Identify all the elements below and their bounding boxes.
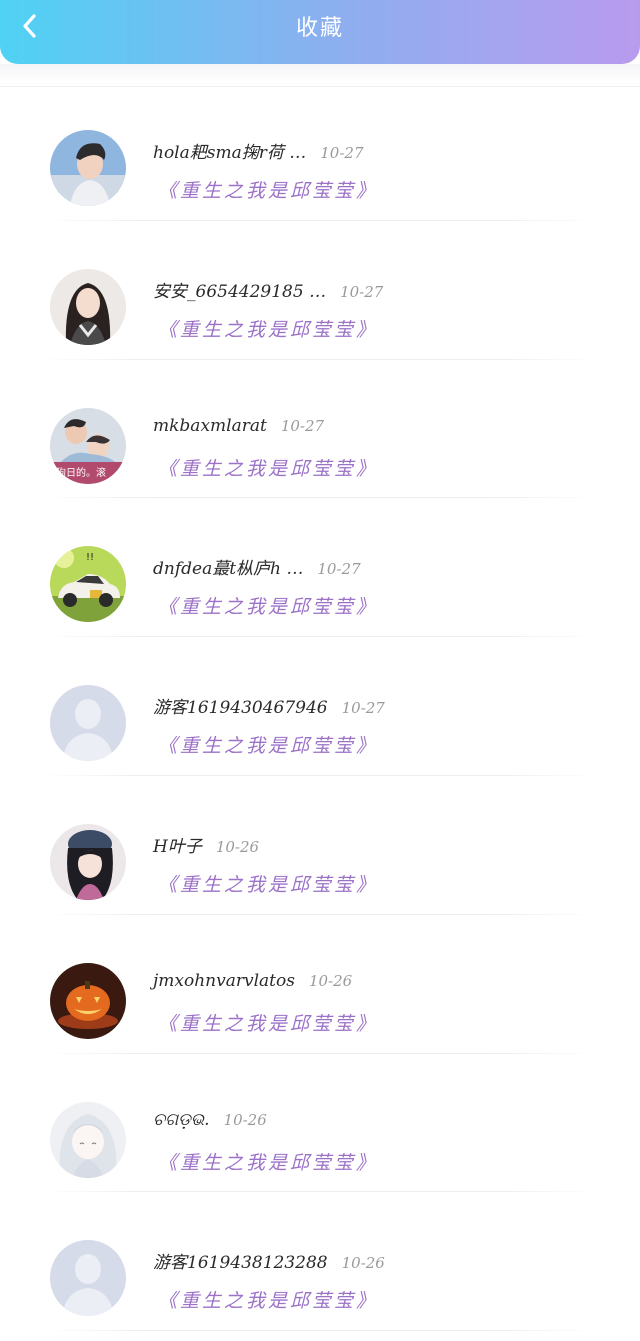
timestamp: 10-26	[223, 1110, 267, 1129]
avatar[interactable]	[50, 130, 126, 206]
list-item[interactable]: jmxohnvarvlatos 10-26 《重生之我是邱莹莹》	[0, 915, 640, 1054]
username: 游客1619430467946	[153, 698, 328, 719]
list-item[interactable]: hola耙sma掬r荷 … 10-27 《重生之我是邱莹莹》	[0, 82, 640, 221]
list-item[interactable]: 安安_6654429185 … 10-27 《重生之我是邱莹莹》	[0, 221, 640, 360]
top-app-bar: 收藏	[0, 0, 640, 64]
username: 安安_6654429185 …	[153, 281, 327, 302]
timestamp: 10-27	[320, 144, 364, 162]
book-title-link[interactable]: 《重生之我是邱莹莹》	[158, 592, 378, 619]
username: dnfdea蕞t枞庐h …	[153, 559, 304, 580]
timestamp: 10-26	[215, 837, 260, 856]
page-title: 收藏	[295, 16, 344, 41]
favorites-list: hola耙sma掬r荷 … 10-27 《重生之我是邱莹莹》 安安_665442…	[0, 82, 640, 1332]
book-title-link[interactable]: 《重生之我是邱莹莹》	[158, 454, 378, 481]
book-title-link[interactable]: 《重生之我是邱莹莹》	[158, 731, 378, 758]
username: hola耙sma掬r荷 …	[153, 143, 307, 163]
username: jmxohnvarvlatos	[153, 970, 295, 991]
list-item[interactable]: !! dnfdea蕞t枞庐h … 10-27 《重生之我是邱莹莹》	[0, 498, 640, 638]
timestamp: 10-27	[341, 699, 385, 718]
list-item[interactable]: 游客1619430467946 10-27 《重生之我是邱莹莹》	[0, 637, 640, 776]
avatar[interactable]	[50, 1101, 126, 1178]
avatar[interactable]	[50, 823, 126, 900]
avatar[interactable]: 狗日的。滚	[50, 407, 126, 484]
book-title-link[interactable]: 《重生之我是邱莹莹》	[158, 1009, 378, 1036]
list-item[interactable]: H叶子 10-26 《重生之我是邱莹莹》	[0, 776, 640, 915]
svg-text:狗日的。滚: 狗日的。滚	[56, 466, 106, 479]
book-title-link[interactable]: 《重生之我是邱莹莹》	[158, 870, 378, 897]
book-title-link[interactable]: 《重生之我是邱莹莹》	[158, 315, 378, 342]
svg-text:!!: !!	[86, 552, 94, 563]
username: H叶子	[153, 836, 202, 857]
timestamp: 10-27	[317, 560, 361, 579]
avatar[interactable]	[50, 685, 126, 762]
username: ଚଗଡ଼ଭ.	[153, 1109, 210, 1130]
timestamp: 10-26	[308, 971, 353, 990]
list-item[interactable]: 游客1619438123288 10-26 《重生之我是邱莹莹》	[0, 1192, 640, 1332]
username: mkbaxmlarat	[153, 415, 267, 436]
avatar[interactable]	[50, 268, 126, 345]
avatar[interactable]: !!	[50, 546, 126, 623]
username: 游客1619438123288	[153, 1253, 328, 1274]
avatar[interactable]	[50, 1240, 126, 1317]
avatar[interactable]	[50, 962, 126, 1039]
divider	[40, 1330, 600, 1332]
book-title-link[interactable]: 《重生之我是邱莹莹》	[158, 1148, 378, 1175]
book-title-link[interactable]: 《重生之我是邱莹莹》	[158, 1286, 378, 1313]
header-shadow	[0, 64, 640, 82]
timestamp: 10-26	[341, 1254, 385, 1273]
book-title-link[interactable]: 《重生之我是邱莹莹》	[158, 176, 378, 203]
timestamp: 10-27	[280, 416, 325, 435]
list-item[interactable]: ଚଗଡ଼ଭ. 10-26 《重生之我是邱莹莹》	[0, 1054, 640, 1193]
list-item[interactable]: 狗日的。滚 mkbaxmlarat 10-27 《重生之我是邱莹莹》	[0, 360, 640, 499]
timestamp: 10-27	[340, 282, 384, 301]
divider	[0, 86, 640, 87]
